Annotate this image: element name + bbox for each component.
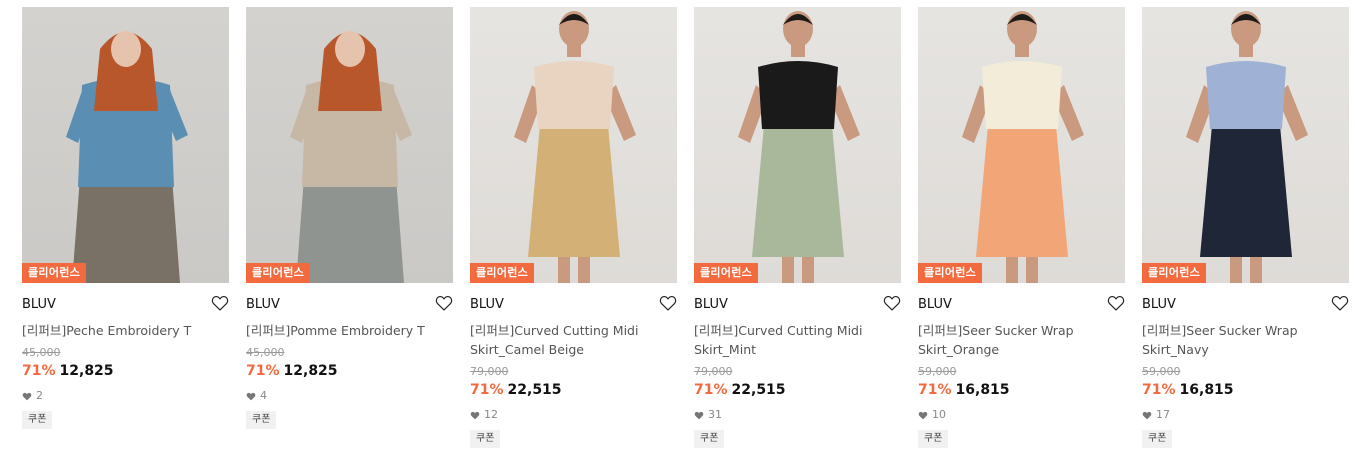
brand-name[interactable]: BLUV	[470, 297, 504, 312]
clearance-badge: 클리어런스	[694, 263, 759, 283]
coupon-badge: 쿠폰	[918, 430, 949, 448]
like-count-value: 31	[708, 408, 722, 421]
product-image[interactable]: 클리어런스	[694, 7, 901, 283]
product-card[interactable]: 클리어런스 BLUV [리퍼브]Curved Cutting Midi Skir…	[694, 7, 901, 448]
price-row: 71% 12,825	[246, 362, 453, 380]
product-grid: 클리어런스 BLUV [리퍼브]Peche Embroidery T 45,00…	[0, 0, 1355, 453]
coupon-badge: 쿠폰	[22, 411, 53, 429]
clearance-badge: 클리어런스	[918, 263, 983, 283]
product-card[interactable]: 클리어런스 BLUV [리퍼브]Peche Embroidery T 45,00…	[22, 7, 229, 429]
like-count-value: 12	[484, 408, 498, 421]
model-photo	[962, 11, 1084, 283]
price-row: 71% 22,515	[470, 381, 677, 399]
clearance-badge: 클리어런스	[1142, 263, 1207, 283]
product-image[interactable]: 클리어런스	[246, 7, 453, 283]
sale-price: 22,515	[507, 382, 562, 398]
coupon-badge: 쿠폰	[694, 430, 725, 448]
like-heart-icon	[694, 411, 704, 419]
sale-price: 12,825	[283, 363, 338, 379]
wishlist-heart-icon[interactable]	[883, 295, 901, 311]
original-price: 45,000	[246, 346, 285, 359]
sale-price: 16,815	[955, 382, 1010, 398]
price-row: 71% 12,825	[22, 362, 229, 380]
like-count-value: 2	[36, 389, 43, 402]
original-price: 45,000	[22, 346, 61, 359]
sale-price: 12,825	[59, 363, 114, 379]
like-count-value: 4	[260, 389, 267, 402]
like-heart-icon	[1142, 411, 1152, 419]
like-heart-icon	[246, 392, 256, 400]
product-image[interactable]: 클리어런스	[470, 7, 677, 283]
coupon-badge: 쿠폰	[470, 430, 501, 448]
like-count: 2	[22, 389, 229, 403]
original-price: 59,000	[1142, 365, 1181, 378]
product-image[interactable]: 클리어런스	[22, 7, 229, 283]
like-heart-icon	[22, 392, 32, 400]
discount-rate: 71%	[22, 363, 56, 379]
product-image[interactable]: 클리어런스	[918, 7, 1125, 283]
like-heart-icon	[918, 411, 928, 419]
discount-rate: 71%	[246, 363, 280, 379]
price-row: 71% 22,515	[694, 381, 901, 399]
brand-name[interactable]: BLUV	[246, 297, 280, 312]
product-card[interactable]: 클리어런스 BLUV [리퍼브]Seer Sucker Wrap Skirt_N…	[1142, 7, 1349, 448]
like-count: 31	[694, 408, 901, 422]
coupon-badge: 쿠폰	[1142, 430, 1173, 448]
like-count: 12	[470, 408, 677, 422]
wishlist-heart-icon[interactable]	[1107, 295, 1125, 311]
like-heart-icon	[470, 411, 480, 419]
like-count-value: 10	[932, 408, 946, 421]
model-photo	[514, 11, 636, 283]
brand-name[interactable]: BLUV	[694, 297, 728, 312]
product-card[interactable]: 클리어런스 BLUV [리퍼브]Pomme Embroidery T 45,00…	[246, 7, 453, 429]
product-name[interactable]: [리퍼브]Peche Embroidery T	[22, 321, 212, 340]
model-photo	[66, 31, 188, 283]
product-name[interactable]: [리퍼브]Seer Sucker Wrap Skirt_Orange	[918, 321, 1108, 359]
price-row: 71% 16,815	[918, 381, 1125, 399]
wishlist-heart-icon[interactable]	[211, 295, 229, 311]
product-image[interactable]: 클리어런스	[1142, 7, 1349, 283]
model-photo	[290, 31, 412, 283]
product-card[interactable]: 클리어런스 BLUV [리퍼브]Seer Sucker Wrap Skirt_O…	[918, 7, 1125, 448]
product-name[interactable]: [리퍼브]Pomme Embroidery T	[246, 321, 436, 340]
wishlist-heart-icon[interactable]	[435, 295, 453, 311]
sale-price: 22,515	[731, 382, 786, 398]
product-name[interactable]: [리퍼브]Curved Cutting Midi Skirt_Camel Bei…	[470, 321, 660, 359]
original-price: 79,000	[694, 365, 733, 378]
discount-rate: 71%	[470, 382, 504, 398]
wishlist-heart-icon[interactable]	[659, 295, 677, 311]
model-photo	[1186, 11, 1308, 283]
like-count: 4	[246, 389, 453, 403]
brand-name[interactable]: BLUV	[22, 297, 56, 312]
clearance-badge: 클리어런스	[246, 263, 311, 283]
discount-rate: 71%	[918, 382, 952, 398]
original-price: 79,000	[470, 365, 509, 378]
like-count-value: 17	[1156, 408, 1170, 421]
discount-rate: 71%	[694, 382, 728, 398]
like-count: 10	[918, 408, 1125, 422]
sale-price: 16,815	[1179, 382, 1234, 398]
coupon-badge: 쿠폰	[246, 411, 277, 429]
product-card[interactable]: 클리어런스 BLUV [리퍼브]Curved Cutting Midi Skir…	[470, 7, 677, 448]
product-name[interactable]: [리퍼브]Seer Sucker Wrap Skirt_Navy	[1142, 321, 1332, 359]
clearance-badge: 클리어런스	[22, 263, 87, 283]
price-row: 71% 16,815	[1142, 381, 1349, 399]
discount-rate: 71%	[1142, 382, 1176, 398]
like-count: 17	[1142, 408, 1349, 422]
model-photo	[738, 11, 860, 283]
clearance-badge: 클리어런스	[470, 263, 535, 283]
brand-name[interactable]: BLUV	[918, 297, 952, 312]
wishlist-heart-icon[interactable]	[1331, 295, 1349, 311]
brand-name[interactable]: BLUV	[1142, 297, 1176, 312]
original-price: 59,000	[918, 365, 957, 378]
product-name[interactable]: [리퍼브]Curved Cutting Midi Skirt_Mint	[694, 321, 884, 359]
